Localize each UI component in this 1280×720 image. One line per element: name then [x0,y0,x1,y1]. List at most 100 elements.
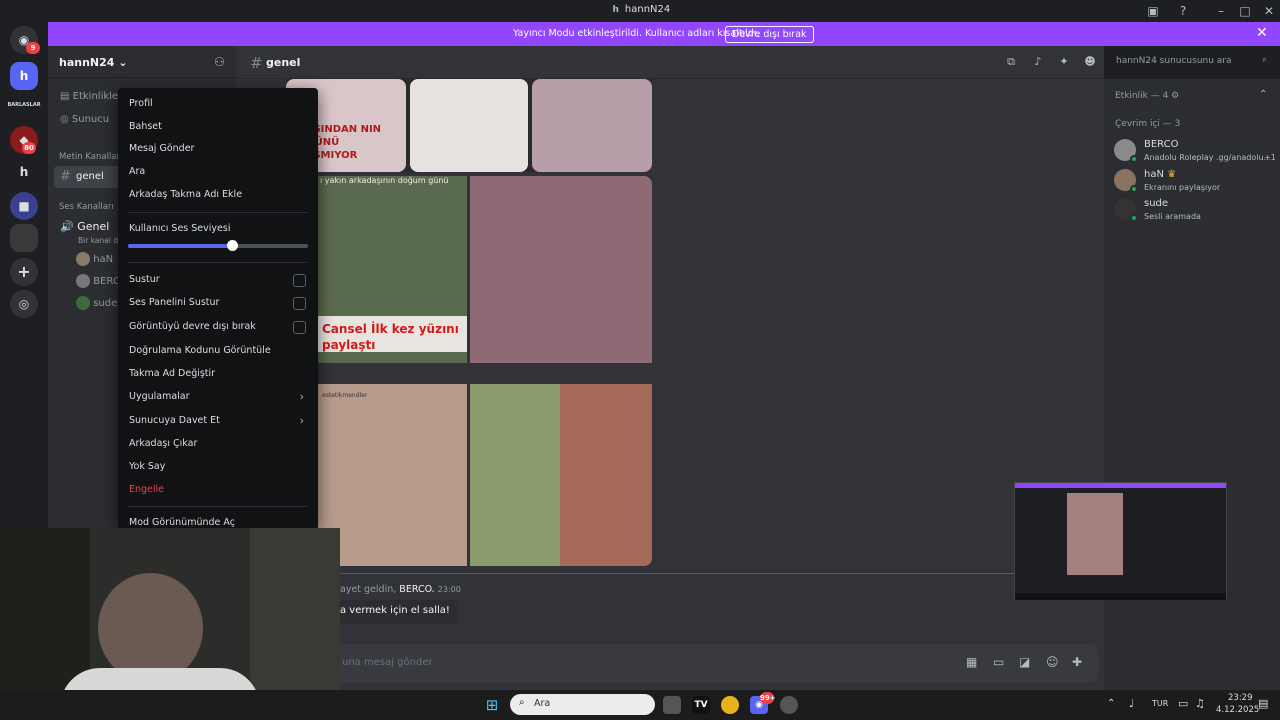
clock-time[interactable]: 23:29 [1228,693,1253,703]
message-input[interactable]: una mesaj gönder ▦ ▭ ◪ ☺ ✚ [236,644,1098,682]
bell-icon[interactable]: ♪ [1031,55,1045,69]
image-photo [532,79,652,172]
image-caption: Cansel İlk kez yüzını paylaştı [322,322,459,352]
chevron-up-icon[interactable]: ⌃ [1107,698,1115,709]
search-icon: ⌕ [1261,55,1267,65]
invite-icon[interactable]: ⚇ [214,55,225,69]
media-image-2[interactable]: ı yakın arkadaşının doğum günü Cansel İl… [318,176,467,363]
close-icon[interactable]: ✕ [1256,25,1268,41]
threads-icon[interactable]: ⧉ [1004,55,1018,69]
menu-separator [128,506,308,507]
pin-icon[interactable]: ✦ [1057,55,1071,69]
close-window-button[interactable]: ✕ [1261,3,1277,19]
checkbox[interactable] [293,274,306,287]
text-channels-header[interactable]: Metin Kanalları [59,152,122,162]
voice-channel-label: Genel [77,220,110,233]
member-item[interactable]: BERCO Anadolu Roleplay .gg/anadolu... +1 [1114,137,1276,165]
welcome-text: ayet geldin, [340,584,397,595]
disable-streamer-mode-button[interactable]: Devre dışı bırak [725,26,814,43]
voice-user[interactable]: haN [76,252,113,266]
media-image-1[interactable]: NDIĞINDAN NIN YÜZÜNÜ YLAŞMIYOR [286,79,652,172]
language-indicator[interactable]: TUR [1152,699,1168,708]
menu-call[interactable]: Ara [118,161,318,183]
welcome-user[interactable]: BERCO. [399,584,434,595]
menu-disable-video[interactable]: Görüntüyü devre dışı bırak [118,316,318,338]
media-image-5[interactable] [470,384,652,566]
windows-start-icon[interactable]: ⊞ [483,696,501,714]
media-image-4[interactable]: estetikmendler [318,384,467,566]
voice-user[interactable]: BERC [76,274,120,288]
menu-change-nickname[interactable]: Takma Ad Değiştir [118,363,318,385]
activity-header[interactable]: Etkinlik — 4 ⚙ [1115,91,1179,101]
help-icon[interactable]: ? [1175,3,1191,19]
add-server-icon[interactable]: + [10,258,38,286]
server-header[interactable]: hannN24 ⌄ ⚇ [48,46,236,78]
server-icon-h2[interactable]: h [10,158,38,186]
voice-user-name: sude [93,298,118,309]
image-caption: estetikmendler [322,392,368,399]
window-title: h hannN24 [0,4,1280,15]
tradingview-icon[interactable]: TV [692,696,710,714]
app-icon[interactable] [780,696,798,714]
members-icon[interactable]: ☻ [1083,55,1097,69]
voice-channels-header[interactable]: Ses Kanalları [59,202,114,212]
user-volume-slider[interactable] [128,240,308,251]
minimize-button[interactable]: – [1213,3,1229,19]
gift-icon[interactable]: ▦ [966,655,977,669]
volume-icon[interactable]: ♫ [1195,697,1205,710]
voice-channel-genel[interactable]: 🔊 Genel [60,220,109,233]
network-icon[interactable]: ▭ [1178,697,1188,710]
menu-mention[interactable]: Bahset [118,116,318,138]
search-icon: ⌕ [519,697,525,708]
avatar [76,274,90,288]
menu-mute-soundboard[interactable]: Ses Panelini Sustur [118,292,318,314]
menu-block[interactable]: Engelle [118,479,318,501]
input-placeholder: una mesaj gönder [342,657,433,668]
checkbox[interactable] [293,297,306,310]
server-guide-link[interactable]: ◎ Sunucu [60,114,109,125]
menu-verification-code[interactable]: Doğrulama Kodunu Görüntüle [118,340,318,362]
server-icon-barlaslar[interactable]: BARLASLAR [4,102,44,108]
notifications-icon[interactable]: ▤ [1258,697,1268,710]
gif-icon[interactable]: ▭ [993,655,1004,669]
menu-profile[interactable]: Profil [118,93,318,115]
screen-share-preview[interactable] [1014,482,1227,600]
emoji-icon[interactable]: ☺ [1046,655,1059,669]
menu-remove-friend[interactable]: Arkadaşı Çıkar [118,433,318,455]
slider-fill [128,244,233,248]
chevron-up-icon[interactable]: ⌃ [1259,89,1267,100]
microphone-icon[interactable]: ♩ [1129,697,1134,710]
task-view-icon[interactable] [663,696,681,714]
server-icon-h[interactable]: h [10,62,38,90]
events-link[interactable]: ▤ Etkinlikle [60,91,118,102]
clock-date[interactable]: 4.12.2025 [1216,705,1259,715]
member-item[interactable]: sude Sesli aramada [1114,196,1274,224]
maximize-button[interactable]: □ [1237,3,1253,19]
server-name-text: hannN24 [59,56,115,69]
inbox-icon[interactable]: ▣ [1145,3,1161,19]
voice-user[interactable]: sude [76,296,117,310]
media-image-3[interactable] [470,176,652,363]
menu-ignore[interactable]: Yok Say [118,456,318,478]
menu-add-friend-nickname[interactable]: Arkadaş Takma Adı Ekle [118,184,318,206]
checkbox[interactable] [293,321,306,334]
search-input[interactable]: hannN24 sunucusunu ara ⌕ [1110,52,1273,72]
menu-message[interactable]: Mesaj Gönder [118,138,318,160]
taskbar-search[interactable]: ⌕ Ara [510,694,655,715]
sticker-icon[interactable]: ◪ [1019,655,1030,669]
apps-icon[interactable]: ✚ [1072,655,1082,669]
server-icon-photo[interactable] [10,224,38,252]
activity-label: Etkinlik — 4 [1115,91,1169,101]
menu-invite-server[interactable]: Sunucuya Davet Et › [118,410,318,432]
menu-apps[interactable]: Uygulamalar › [118,386,318,408]
crown-icon: ♛ [1167,169,1177,180]
image-photo [410,79,528,172]
member-item[interactable]: haN ♛ Ekranını paylaşıyor [1114,167,1274,195]
wave-button[interactable]: a vermek için el salla! [336,600,458,624]
chrome-icon[interactable] [721,696,739,714]
folder-icon[interactable]: ■ [10,192,38,220]
discover-icon[interactable]: ◎ [10,290,38,318]
slider-handle[interactable] [227,240,239,251]
menu-mute[interactable]: Sustur [118,269,318,291]
voice-user-name: haN [93,254,114,265]
